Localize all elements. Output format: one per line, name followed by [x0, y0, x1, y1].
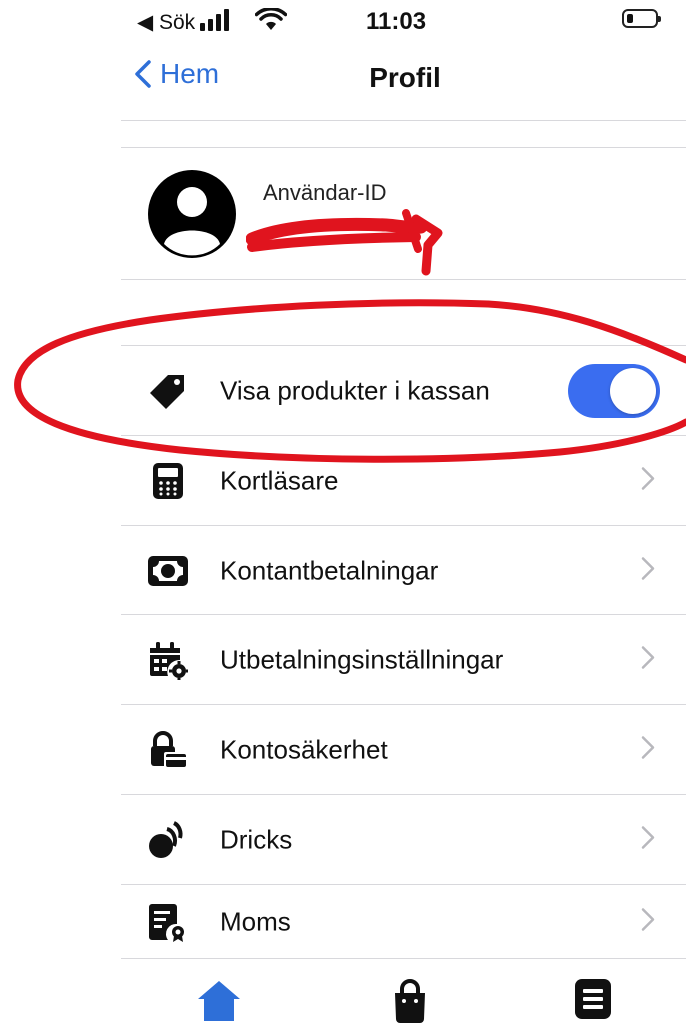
status-back-app[interactable]: ◀ Sök	[137, 10, 195, 35]
page-title: Profil	[369, 62, 441, 93]
cash-icon	[148, 551, 188, 591]
wifi-icon	[254, 7, 288, 37]
row-label: Kortläsare	[220, 465, 339, 496]
chevron-right-icon	[641, 646, 655, 675]
user-avatar-icon	[164, 187, 220, 256]
row-label: Kontantbetalningar	[220, 555, 439, 586]
cellular-signal-icon	[200, 9, 230, 36]
tag-icon	[148, 371, 188, 411]
row-cash-payments[interactable]: Kontantbetalningar	[121, 526, 686, 616]
status-bar: ◀ Sök 11:03	[0, 0, 686, 44]
row-payout-settings[interactable]: Utbetalningsinställningar	[121, 615, 686, 705]
status-time: 11:03	[366, 8, 427, 35]
user-id-label: Användar-ID	[263, 180, 387, 205]
row-label: Moms	[220, 906, 291, 936]
row-label: Kontosäkerhet	[220, 734, 388, 765]
divider	[121, 147, 686, 148]
avatar	[148, 170, 236, 258]
tab-shop[interactable]	[385, 979, 435, 1029]
shopping-bag-icon	[395, 979, 425, 1023]
row-vat[interactable]: Moms	[121, 885, 686, 958]
row-show-products-in-checkout: Visa produkter i kassan	[121, 346, 686, 436]
chevron-right-icon	[641, 557, 655, 586]
tax-document-icon	[148, 902, 188, 942]
row-tips[interactable]: Dricks	[121, 795, 686, 885]
divider	[121, 279, 686, 280]
row-label: Visa produkter i kassan	[220, 375, 490, 406]
divider	[121, 120, 686, 121]
chevron-right-icon	[641, 826, 655, 855]
list-icon	[575, 979, 611, 1019]
coins-icon	[148, 820, 188, 860]
tab-bar	[121, 958, 686, 1029]
chevron-right-icon	[641, 907, 655, 936]
tab-menu[interactable]	[568, 979, 618, 1029]
row-label: Dricks	[220, 824, 293, 855]
card-reader-icon	[148, 461, 188, 501]
chevron-right-icon	[641, 467, 655, 496]
calendar-gear-icon	[148, 640, 188, 680]
tab-home[interactable]	[194, 979, 244, 1029]
row-account-security[interactable]: Kontosäkerhet	[121, 705, 686, 795]
redaction-scribble	[245, 205, 456, 285]
row-label: Utbetalningsinställningar	[220, 644, 504, 675]
show-products-toggle[interactable]	[568, 364, 660, 418]
lock-card-icon	[148, 730, 188, 770]
chevron-right-icon	[641, 736, 655, 765]
battery-icon	[622, 9, 661, 28]
home-icon	[198, 981, 240, 1021]
row-card-reader[interactable]: Kortläsare	[121, 436, 686, 526]
